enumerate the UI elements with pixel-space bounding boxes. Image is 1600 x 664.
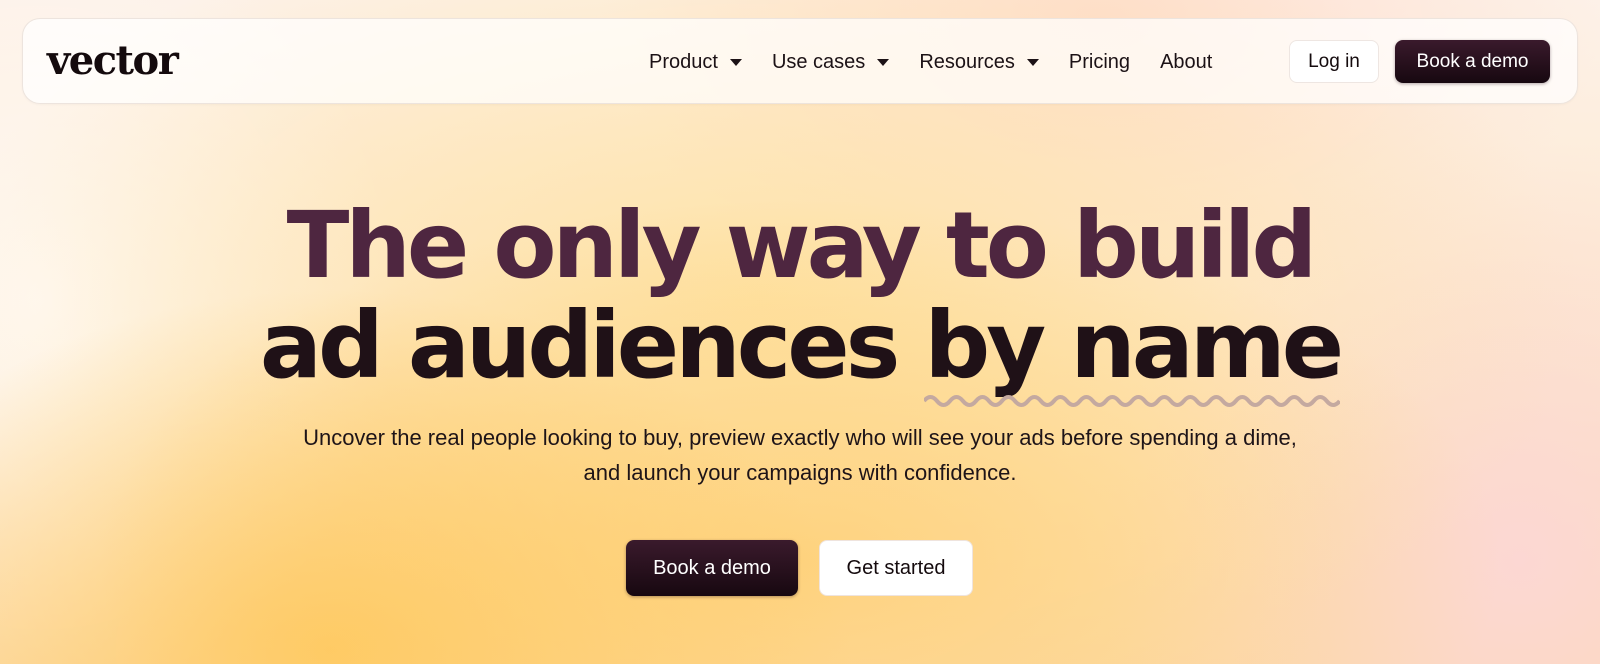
hero-headline-text: ad audiences (259, 292, 925, 399)
book-demo-button[interactable]: Book a demo (626, 540, 798, 596)
nav-item-label: About (1160, 50, 1213, 73)
nav-item-label: Product (649, 50, 718, 73)
nav-item-pricing[interactable]: Pricing (1069, 51, 1130, 74)
hero-headline-line1: The only way to build (286, 192, 1318, 299)
login-button[interactable]: Log in (1289, 40, 1379, 83)
nav-links: Product Use cases Resources Pricing Abou… (649, 19, 1242, 105)
highlighted-phrase-text: by name (924, 292, 1344, 399)
hero-headline-line2: ad audiences by name (0, 296, 1600, 407)
nav-item-product[interactable]: Product (649, 51, 742, 74)
hero-subtitle: Uncover the real people looking to buy, … (303, 425, 1297, 485)
nav-item-use-cases[interactable]: Use cases (771, 50, 890, 74)
hero-headline: The only way to build ad audiences by na… (0, 192, 1600, 407)
nav-item-label: Resources (919, 50, 1015, 73)
caret-down-icon (729, 58, 742, 66)
nav-item-label: Pricing (1068, 50, 1131, 73)
vector-logo[interactable]: vector (47, 39, 179, 83)
squiggle-underline (924, 395, 1341, 407)
book-demo-nav-button[interactable]: Book a demo (1395, 40, 1550, 83)
caret-down-icon (1026, 58, 1039, 66)
nav-item-about[interactable]: About (1160, 51, 1212, 74)
highlighted-phrase: by name (924, 296, 1344, 407)
get-started-button[interactable]: Get started (819, 540, 973, 596)
nav-item-resources[interactable]: Resources (919, 51, 1039, 74)
nav-item-label: Use cases (771, 50, 866, 73)
caret-down-icon (877, 58, 890, 66)
top-navbar: vector Product Use cases Resources Prici… (22, 18, 1578, 104)
